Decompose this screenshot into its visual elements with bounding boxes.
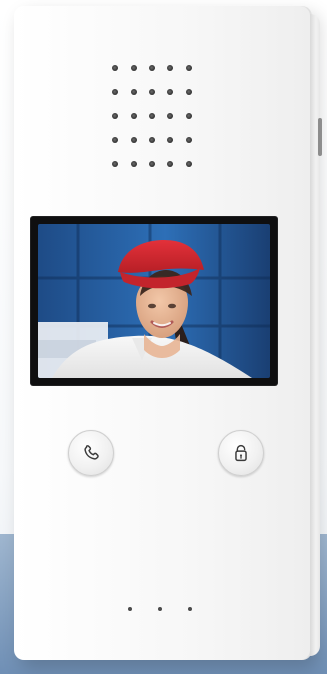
speaker-hole [112,137,119,143]
speaker-hole [167,89,174,95]
speaker-hole [112,113,119,119]
speaker-hole [167,113,174,119]
unlock-button[interactable] [218,430,264,476]
speaker-hole [148,137,155,143]
left-eye [148,303,156,309]
speaker-hole [112,65,119,71]
right-eye [168,303,176,309]
speaker-hole [130,65,137,71]
video-screen [38,224,270,378]
padlock-icon [235,444,247,462]
phone-icon [84,445,99,460]
speaker-hole [130,113,137,119]
video-screen-bezel [30,216,278,386]
speaker-hole [185,137,192,143]
video-feed-image [38,224,270,378]
speaker-hole [185,113,192,119]
speaker-hole [148,161,155,167]
speaker-hole [185,89,192,95]
microphone-hole [158,607,162,611]
microphone-holes [128,602,192,616]
side-button[interactable] [318,118,322,156]
speaker-hole [112,89,119,95]
speaker-hole [148,89,155,95]
call-button[interactable] [68,430,114,476]
device-side-edge [310,14,320,656]
video-intercom-device [14,6,322,660]
speaker-hole [148,113,155,119]
speaker-hole [167,65,174,71]
speaker-hole [185,161,192,167]
microphone-hole [188,607,192,611]
microphone-hole [128,607,132,611]
speaker-hole [185,65,192,71]
speaker-grille [106,56,198,176]
speaker-hole [112,161,119,167]
speaker-hole [130,161,137,167]
speaker-hole [130,137,137,143]
speaker-hole [148,65,155,71]
speaker-hole [167,137,174,143]
speaker-hole [167,161,174,167]
speaker-hole [130,89,137,95]
